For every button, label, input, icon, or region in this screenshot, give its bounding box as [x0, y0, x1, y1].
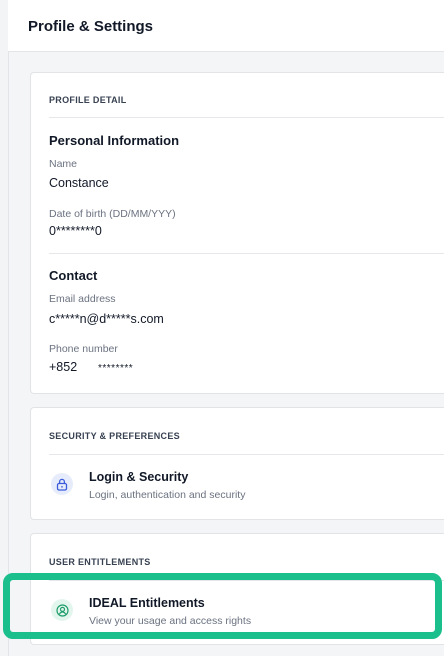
user-entitlements-label: USER ENTITLEMENTS [49, 557, 151, 567]
lock-icon [51, 473, 73, 495]
profile-detail-card: PROFILE DETAIL Personal Information Name… [30, 72, 444, 394]
login-security-subtitle: Login, authentication and security [89, 489, 246, 501]
security-preferences-label: SECURITY & PREFERENCES [49, 431, 180, 441]
profile-detail-label: PROFILE DETAIL [49, 95, 127, 105]
login-security-title: Login & Security [89, 470, 189, 484]
name-label: Name [49, 158, 78, 170]
phone-country-code: +852 [49, 360, 78, 374]
divider [49, 454, 444, 455]
divider [49, 253, 444, 254]
page-header: Profile & Settings [8, 0, 444, 52]
email-value: c*****n@d*****s.com [49, 312, 164, 326]
divider [49, 117, 444, 118]
page-title: Profile & Settings [28, 18, 154, 35]
dob-value: 0********0 [49, 224, 102, 238]
email-label: Email address [49, 293, 116, 305]
dob-label: Date of birth (DD/MM/YYY) [49, 208, 176, 220]
security-preferences-card: SECURITY & PREFERENCES Login & Security … [30, 407, 444, 520]
phone-value: ******** [98, 363, 134, 374]
name-value: Constance [49, 176, 109, 190]
phone-label: Phone number [49, 343, 118, 355]
contact-title: Contact [49, 268, 98, 283]
highlight-outline [3, 573, 442, 639]
personal-information-title: Personal Information [49, 133, 180, 148]
login-security-item[interactable]: Login & Security Login, authentication a… [31, 461, 444, 509]
